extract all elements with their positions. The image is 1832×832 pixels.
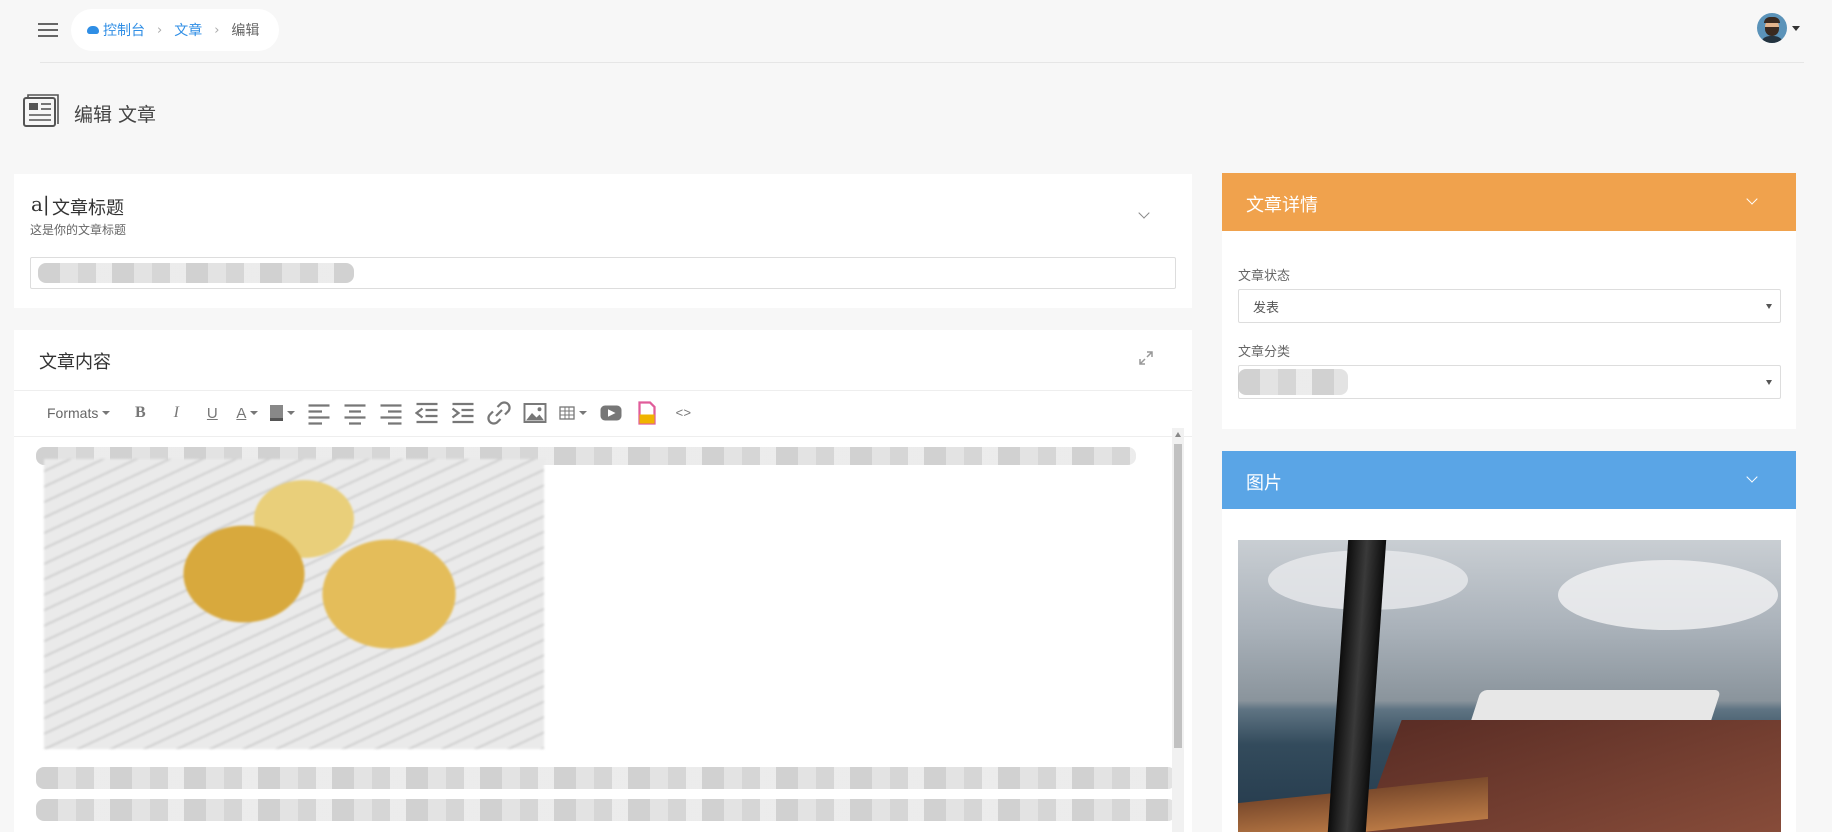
featured-image[interactable] — [1238, 540, 1781, 832]
details-panel-title: 文章详情 — [1246, 195, 1318, 216]
status-label: 文章状态 — [1238, 269, 1291, 284]
paste-icon[interactable] — [635, 401, 659, 425]
chevron-down-icon[interactable] — [1138, 207, 1150, 219]
divider — [14, 390, 1192, 391]
caret-down-icon — [1766, 304, 1772, 309]
formats-label: Formats — [47, 405, 99, 421]
newspaper-icon — [23, 94, 59, 127]
top-bar: 控制台 › 文章 › 编辑 — [0, 0, 1832, 62]
category-label: 文章分类 — [1238, 345, 1291, 360]
italic-icon[interactable]: I — [164, 401, 188, 425]
link-icon[interactable] — [487, 401, 512, 425]
details-panel: 文章详情 文章状态 发表 文章分类 — [1222, 173, 1796, 429]
video-icon[interactable] — [599, 401, 623, 425]
breadcrumb: 控制台 › 文章 › 编辑 — [71, 9, 280, 51]
align-center-icon[interactable] — [343, 401, 367, 425]
details-panel-header[interactable]: 文章详情 — [1222, 173, 1796, 231]
image-panel-title: 图片 — [1246, 473, 1282, 494]
font-color-icon[interactable]: A — [236, 401, 259, 425]
caret-down-icon — [1792, 25, 1800, 31]
breadcrumb-articles[interactable]: 文章 — [174, 20, 202, 40]
text-icon: a| — [31, 192, 50, 216]
content-card: 文章内容 Formats B I U A <> — [14, 330, 1192, 832]
cloud-icon — [87, 26, 99, 34]
editor-text-redacted — [36, 767, 1176, 789]
breadcrumb-dashboard[interactable]: 控制台 — [87, 20, 145, 40]
divider — [40, 62, 1804, 63]
underline-icon[interactable]: U — [200, 401, 224, 425]
chevron-down-icon[interactable] — [1746, 471, 1758, 483]
status-select-value: 发表 — [1253, 299, 1280, 315]
outdent-icon[interactable] — [415, 401, 439, 425]
title-card-subheading: 这是你的文章标题 — [30, 223, 127, 237]
user-menu[interactable] — [1757, 13, 1800, 43]
caret-down-icon — [102, 411, 111, 415]
scroll-up-icon[interactable] — [1175, 432, 1181, 437]
indent-icon[interactable] — [451, 401, 475, 425]
article-image[interactable] — [44, 459, 544, 749]
chevron-right-icon: › — [157, 22, 163, 38]
editor-content-area[interactable] — [14, 436, 1192, 832]
editor-toolbar: Formats B I U A <> — [14, 392, 1192, 434]
chevron-down-icon[interactable] — [1746, 193, 1758, 205]
chevron-right-icon: › — [214, 22, 220, 38]
content-card-heading: 文章内容 — [39, 352, 111, 373]
menu-toggle-icon[interactable] — [38, 22, 60, 38]
formats-dropdown[interactable]: Formats — [47, 405, 111, 421]
image-panel: 图片 — [1222, 451, 1796, 832]
editor-text-redacted — [36, 799, 1176, 821]
background-color-icon[interactable] — [270, 401, 296, 425]
scrollbar-thumb[interactable] — [1174, 444, 1182, 748]
bold-icon[interactable]: B — [128, 401, 152, 425]
expand-icon[interactable] — [1138, 350, 1154, 366]
image-icon[interactable] — [523, 401, 547, 425]
align-left-icon[interactable] — [307, 401, 331, 425]
page-title: 编辑 文章 — [74, 104, 157, 126]
code-icon[interactable]: <> — [671, 401, 695, 425]
title-input-value-redacted — [38, 263, 354, 283]
status-select[interactable]: 发表 — [1238, 289, 1781, 323]
breadcrumb-current: 编辑 — [231, 23, 260, 39]
category-value-redacted — [1238, 369, 1348, 395]
image-panel-header[interactable]: 图片 — [1222, 451, 1796, 509]
caret-down-icon — [1766, 380, 1772, 385]
table-icon[interactable] — [559, 401, 588, 425]
breadcrumb-dashboard-label: 控制台 — [103, 23, 145, 39]
editor-scrollbar[interactable] — [1172, 428, 1184, 832]
align-right-icon[interactable] — [379, 401, 403, 425]
title-card-heading: 文章标题 — [52, 198, 124, 219]
avatar — [1757, 13, 1787, 43]
title-card: a| 文章标题 这是你的文章标题 — [14, 174, 1192, 308]
